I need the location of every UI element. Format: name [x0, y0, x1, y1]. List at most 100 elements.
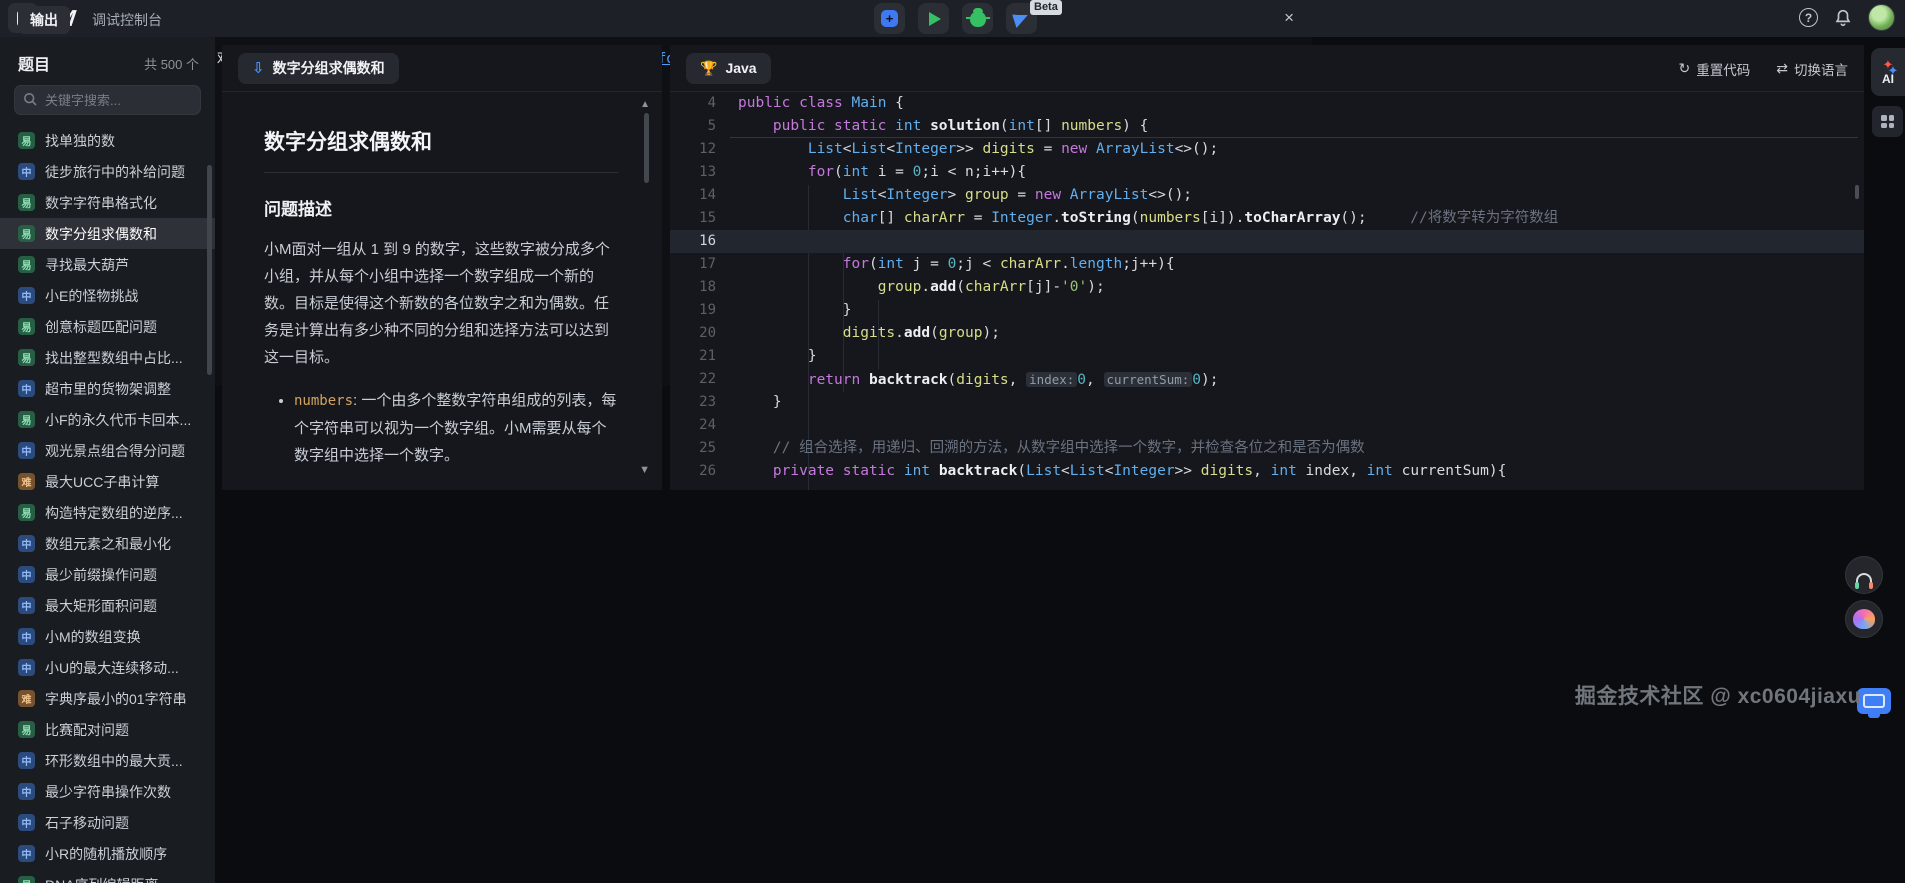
list-item[interactable]: 易数字字符串格式化 — [0, 187, 215, 218]
search-input[interactable] — [14, 85, 201, 115]
grid-icon — [1881, 115, 1894, 128]
user-avatar[interactable] — [1868, 4, 1895, 31]
difficulty-badge: 易 — [18, 194, 35, 211]
code-text: return backtrack(digits, index: 0, curren… — [807, 372, 1219, 388]
difficulty-badge: 易 — [18, 132, 35, 149]
ai-brain-button[interactable] — [1845, 600, 1883, 638]
code-text: } — [738, 394, 782, 410]
list-item[interactable]: 中小M的数组变换 — [0, 621, 215, 652]
problem-label: 石子移动问题 — [45, 814, 129, 831]
code-text: } — [738, 302, 852, 318]
list-item[interactable]: 易数字分组求偶数和 — [0, 218, 215, 249]
problem-label: 找出整型数组中占比... — [45, 349, 183, 366]
watermark: 掘金技术社区 @ xc0604jiaxu — [1574, 685, 1861, 708]
code-editor[interactable]: 4 public class Main {5 public static int … — [670, 92, 1864, 490]
code-line: 22 return backtrack(digits, index: 0, cur… — [670, 368, 1864, 391]
difficulty-badge: 易 — [18, 225, 35, 242]
code-line: 14 List<Integer> group = new ArrayList<>… — [670, 184, 1864, 207]
help-icon[interactable]: ? — [1799, 8, 1818, 27]
difficulty-badge: 易 — [18, 721, 35, 738]
switch-language-button[interactable]: ⇄ 切换语言 — [1776, 59, 1848, 79]
difficulty-badge: 中 — [18, 380, 35, 397]
list-item[interactable]: 难字典序最小的01字符串 — [0, 683, 215, 714]
problem-label: 最大矩形面积问题 — [45, 597, 157, 614]
line-number: 5 — [707, 118, 716, 134]
list-item[interactable]: 中最少前缀操作问题 — [0, 559, 215, 590]
list-item[interactable]: 中数组元素之和最小化 — [0, 528, 215, 559]
list-item[interactable]: 中超市里的货物架调整 — [0, 373, 215, 404]
code-editor-panel: 🏆 Java ↻ 重置代码 ⇄ 切换语言 4 public class Main … — [670, 45, 1864, 490]
reset-code-button[interactable]: ↻ 重置代码 — [1679, 59, 1751, 79]
list-item[interactable]: 易创意标题匹配问题 — [0, 311, 215, 342]
difficulty-badge: 易 — [18, 876, 35, 883]
code-line: 20 digits.add(group); — [670, 322, 1864, 345]
line-number: 16 — [699, 233, 716, 249]
list-item[interactable]: 中石子移动问题 — [0, 807, 215, 838]
list-item[interactable]: 难最大UCC子串计算 — [0, 466, 215, 497]
divider — [264, 172, 618, 173]
list-item[interactable]: 中观光景点组合得分问题 — [0, 435, 215, 466]
customer-support-button[interactable] — [1845, 556, 1883, 594]
code-text: for(int j = 0;j < charArr.length;j++){ — [842, 256, 1175, 272]
line-number: 12 — [699, 141, 716, 157]
problem-label: 最少前缀操作问题 — [45, 566, 157, 583]
problem-title: 数字分组求偶数和 — [264, 131, 432, 154]
problem-label: 寻找最大葫芦 — [45, 256, 129, 273]
headset-icon — [1855, 573, 1873, 589]
difficulty-badge: 难 — [18, 473, 35, 490]
list-item[interactable]: 中最少字符串操作次数 — [0, 776, 215, 807]
notification-bell-icon[interactable] — [1834, 9, 1852, 27]
tab-debug-console[interactable]: 调试控制台 — [92, 10, 162, 30]
scroll-down-icon[interactable]: ▼ — [639, 464, 650, 476]
code-text: digits.add(group); — [842, 325, 1000, 341]
problem-label: 构造特定数组的逆序... — [45, 504, 183, 521]
list-item[interactable]: 中环形数组中的最大贡... — [0, 745, 215, 776]
device-button[interactable] — [1857, 688, 1891, 718]
app: M + Beta ? 题目 — [0, 0, 1905, 883]
problem-label: 最大UCC子串计算 — [45, 473, 160, 490]
problem-label: 创意标题匹配问题 — [45, 318, 157, 335]
tab-output[interactable]: 输出 — [18, 6, 70, 34]
language-tab[interactable]: 🏆 Java — [686, 52, 771, 84]
difficulty-badge: 中 — [18, 783, 35, 800]
list-item[interactable]: 易寻找最大葫芦 — [0, 249, 215, 280]
difficulty-badge: 中 — [18, 752, 35, 769]
switch-icon: ⇄ — [1776, 60, 1788, 76]
difficulty-badge: 中 — [18, 659, 35, 676]
list-item[interactable]: 易找出整型数组中占比... — [0, 342, 215, 373]
list-item[interactable]: 中徒步旅行中的补给问题 — [0, 156, 215, 187]
toolbox-button[interactable] — [1872, 106, 1903, 137]
code-text: List<List<Integer>> digits = new ArrayLi… — [807, 141, 1219, 157]
list-item[interactable]: 中小R的随机播放顺序 — [0, 838, 215, 869]
line-number: 13 — [699, 164, 716, 180]
list-item[interactable]: 中小E的怪物挑战 — [0, 280, 215, 311]
difficulty-badge: 易 — [18, 411, 35, 428]
problem-list: 易找单独的数中徒步旅行中的补给问题易数字字符串格式化易数字分组求偶数和易寻找最大… — [0, 125, 215, 883]
ai-assistant-button[interactable]: ✦ AI — [1871, 48, 1905, 96]
list-item[interactable]: 易小F的永久代币卡回本... — [0, 404, 215, 435]
list-item[interactable]: 易构造特定数组的逆序... — [0, 497, 215, 528]
problem-label: 最少字符串操作次数 — [45, 783, 171, 800]
description-content: 数字分组求偶数和 问题描述 小M面对一组从 1 到 9 的数字，这些数字被分成多… — [222, 126, 662, 490]
difficulty-badge: 易 — [18, 504, 35, 521]
close-icon[interactable]: × — [1284, 9, 1294, 26]
difficulty-badge: 中 — [18, 163, 35, 180]
code-line: 12 List<List<Integer>> digits = new Arra… — [670, 137, 1864, 161]
code-text: for(int i = 0;i < n;i++){ — [807, 164, 1027, 180]
line-number: 14 — [699, 187, 716, 203]
list-item[interactable]: 中最大矩形面积问题 — [0, 590, 215, 621]
code-line: 4 public class Main { — [670, 92, 1864, 115]
trophy-icon: 🏆 — [700, 60, 718, 76]
difficulty-badge: 中 — [18, 287, 35, 304]
list-item[interactable]: 易 DNA序列编辑距离 — [0, 869, 215, 883]
scroll-up-icon[interactable]: ▲ — [640, 99, 650, 110]
editor-scrollbar-mark[interactable] — [1855, 185, 1859, 199]
code-text: char[] charArr = Integer.toString(number… — [842, 210, 1559, 226]
list-item[interactable]: 中小U的最大连续移动... — [0, 652, 215, 683]
problem-label: 比赛配对问题 — [45, 721, 129, 738]
sidebar-scrollbar[interactable] — [207, 165, 212, 375]
list-item[interactable]: 易比赛配对问题 — [0, 714, 215, 745]
problem-tab[interactable]: ⇩ 数字分组求偶数和 — [238, 52, 399, 84]
example-text: 例如对于[123, 456, 789], 14个符合条件的数为: 147 149… — [264, 485, 618, 490]
list-item[interactable]: 易找单独的数 — [0, 125, 215, 156]
